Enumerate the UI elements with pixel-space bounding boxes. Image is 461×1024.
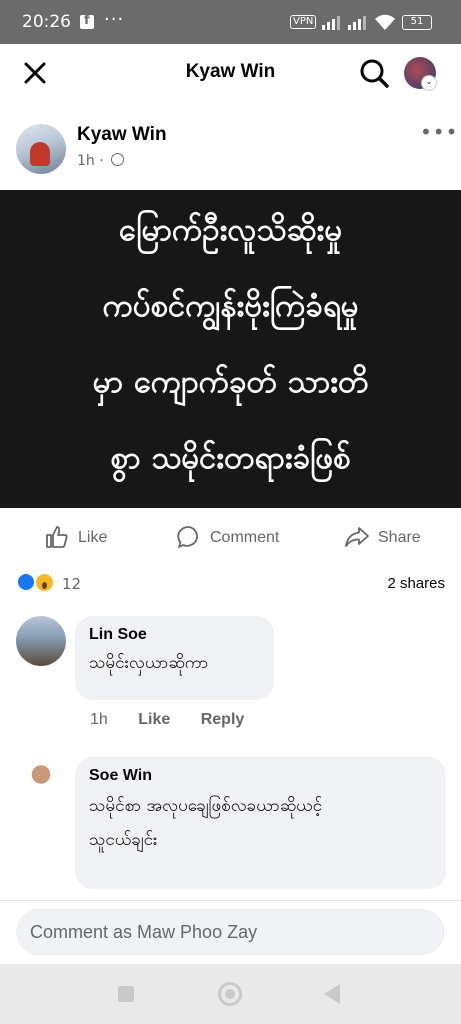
comment-button[interactable]: Comment xyxy=(176,524,296,552)
commenter-name[interactable]: Lin Soe xyxy=(89,626,260,644)
comment-time: 1h xyxy=(90,711,108,728)
share-icon xyxy=(345,527,369,547)
comment-text-line: သမိုင်စာ အလုပချေဖြစ်လခယာဆိုယင့် xyxy=(89,796,323,816)
post-header: Kyaw Win 1h · ••• xyxy=(0,110,461,188)
post-image[interactable]: မြောက်ဦးလူသိဆိုးမှု ကပ်စင်ကျွန်းဗိုးကြဲခ… xyxy=(0,190,461,508)
comment-text: သမိုင်းလှယာဆိုကာ xyxy=(89,653,209,673)
status-time: 20:26 xyxy=(22,12,71,32)
globe-icon xyxy=(111,153,125,166)
commenter-avatar[interactable] xyxy=(16,757,66,807)
chevron-down-icon[interactable]: ⌄ xyxy=(421,75,437,91)
comment-bubble[interactable]: Soe Win သမိုင်စာ အလုပချေဖြစ်လခယာဆိုယင့် … xyxy=(75,757,446,889)
post-action-bar: Like Comment Share xyxy=(0,516,461,560)
wow-reaction-icon xyxy=(34,572,55,593)
share-button[interactable]: Share xyxy=(344,524,434,552)
page-title: Kyaw Win xyxy=(185,61,276,82)
search-icon[interactable] xyxy=(358,57,390,89)
top-app-bar: Kyaw Win ⌄ xyxy=(0,44,461,102)
comment-icon xyxy=(177,526,198,548)
status-more-icon: ··· xyxy=(104,9,125,30)
back-icon[interactable] xyxy=(324,984,340,1004)
comment-text-line: သူငယ်ချင်း xyxy=(89,830,158,850)
facebook-notification-icon xyxy=(80,13,94,29)
reactions-summary[interactable]: 12 2 shares xyxy=(0,568,461,598)
author-avatar[interactable] xyxy=(16,124,66,174)
comment-meta: 1h Like Reply xyxy=(90,711,270,729)
comment-like-link[interactable]: Like xyxy=(138,711,170,728)
like-reaction-icon xyxy=(16,572,36,592)
thumbs-up-icon xyxy=(46,526,68,548)
post-image-line: မှာ ကျောက်ခုတ် သားတိ xyxy=(92,364,369,400)
wifi-icon xyxy=(375,14,395,30)
comment-label: Comment xyxy=(210,529,280,546)
shares-count[interactable]: 2 shares xyxy=(387,575,445,592)
more-options-icon[interactable]: ••• xyxy=(420,120,458,144)
signal-icon xyxy=(322,14,344,30)
comment-input[interactable]: Comment as Maw Phoo Zay xyxy=(16,909,445,955)
battery-icon: 51 xyxy=(402,15,432,30)
status-bar: 20:26 ··· VPN 51 xyxy=(0,0,461,44)
like-button[interactable]: Like xyxy=(44,524,124,552)
post-image-line: စွာ သမိုင်းတရားခံဖြစ် xyxy=(110,440,351,476)
comment-text: သမိုင်စာ အလုပချေဖြစ်လခယာဆိုယင့် သူငယ်ချင… xyxy=(89,789,432,857)
comment-composer: Comment as Maw Phoo Zay xyxy=(0,900,461,962)
system-nav-bar xyxy=(0,964,461,1024)
share-label: Share xyxy=(378,529,421,546)
post-image-line: ကပ်စင်ကျွန်းဗိုးကြဲခံရမှု xyxy=(102,288,359,324)
reaction-count: 12 xyxy=(62,575,82,593)
recents-icon[interactable] xyxy=(118,986,134,1002)
post-timestamp: 1h · xyxy=(77,153,125,169)
home-icon[interactable] xyxy=(218,982,242,1006)
like-label: Like xyxy=(78,529,108,546)
comment-reply-link[interactable]: Reply xyxy=(201,711,245,728)
post-author-name[interactable]: Kyaw Win xyxy=(77,124,167,146)
post-time-text: 1h · xyxy=(77,153,104,169)
signal-icon-2 xyxy=(348,14,370,30)
commenter-avatar[interactable] xyxy=(16,616,66,666)
comment-bubble[interactable]: Lin Soe သမိုင်းလှယာဆိုကာ xyxy=(75,616,274,700)
post-image-line: မြောက်ဦးလူသိဆိုးမှု xyxy=(118,212,343,248)
commenter-name[interactable]: Soe Win xyxy=(89,767,432,785)
vpn-icon: VPN xyxy=(290,15,317,29)
